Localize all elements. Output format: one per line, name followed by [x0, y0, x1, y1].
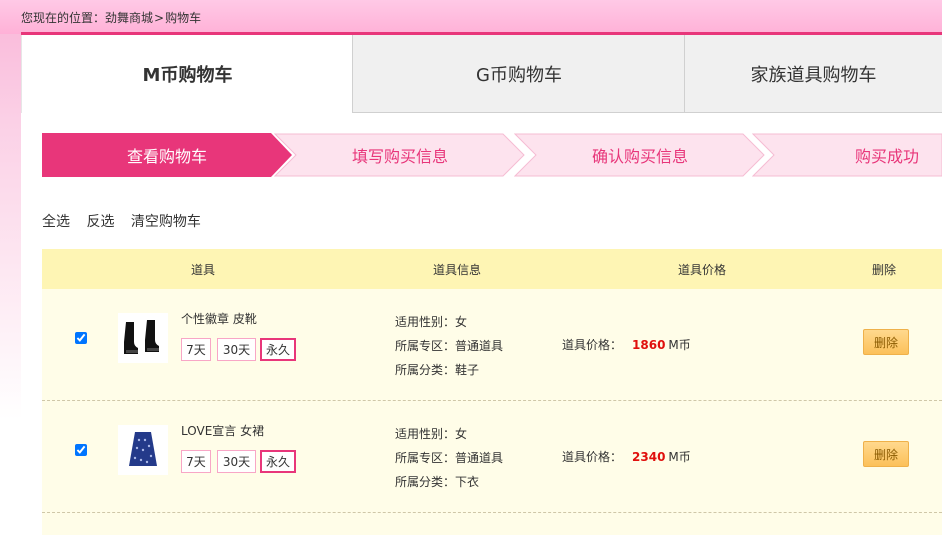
- item-thumbnail: [118, 425, 168, 475]
- invert-selection-link[interactable]: 反选: [86, 214, 114, 230]
- item-thumbnail: [118, 313, 168, 363]
- item-zone: 所属专区：普通道具: [395, 451, 504, 465]
- duration-7d-option[interactable]: 7天: [181, 450, 211, 473]
- item-category: 所属分类：下衣: [395, 475, 480, 489]
- skirt-icon: [129, 432, 157, 466]
- item-gender: 适用性别：女: [395, 427, 468, 441]
- breadcrumb-home-link[interactable]: 劲舞商城: [105, 11, 153, 25]
- cart-panel: M币购物车 G币购物车 家族道具购物车 查看购物车 填写购买信息 确认购买信息 …: [21, 32, 942, 535]
- table-row-partial: [42, 513, 942, 535]
- step-success: 购买成功: [752, 133, 942, 177]
- step-fill-info: 填写购买信息: [274, 133, 526, 177]
- item-category: 所属分类：鞋子: [395, 363, 480, 377]
- duration-permanent-option[interactable]: 永久: [260, 450, 296, 473]
- step-label: 查看购物车: [126, 147, 207, 166]
- breadcrumb: 您现在的位置：劲舞商城>购物车: [21, 9, 201, 26]
- price-value: 2340: [632, 450, 666, 464]
- price-label: 道具价格：: [562, 450, 623, 464]
- duration-30d-option[interactable]: 30天: [217, 338, 256, 361]
- price-unit: M币: [668, 338, 691, 352]
- step-label: 确认购买信息: [591, 147, 688, 166]
- item-price: 道具价格： 1860 M币: [562, 336, 691, 353]
- item-zone: 所属专区：普通道具: [395, 339, 504, 353]
- breadcrumb-separator: >: [154, 11, 165, 25]
- table-header: 道具 道具信息 道具价格 删除: [42, 249, 942, 289]
- breadcrumb-prefix: 您现在的位置：: [21, 11, 106, 25]
- step-view-cart: 查看购物车: [42, 133, 292, 177]
- price-unit: M币: [668, 450, 691, 464]
- breadcrumb-current: 购物车: [165, 11, 202, 25]
- cart-actions: 全选 反选 清空购物车: [42, 211, 213, 231]
- cart-tabs: M币购物车 G币购物车 家族道具购物车: [21, 35, 942, 113]
- step-confirm-info: 确认购买信息: [514, 133, 766, 177]
- item-checkbox[interactable]: [75, 332, 87, 344]
- table-row: LOVE宣言 女裙 7天 30天 永久 适用性别：女 所属专区：普通道具 所属分…: [42, 401, 942, 513]
- price-label: 道具价格：: [562, 338, 623, 352]
- item-name: 个性徽章 皮靴: [181, 312, 257, 326]
- column-price: 道具价格: [678, 263, 727, 277]
- price-value: 1860: [632, 338, 666, 352]
- column-item: 道具: [191, 263, 216, 277]
- clear-cart-link[interactable]: 清空购物车: [131, 214, 201, 230]
- duration-7d-option[interactable]: 7天: [181, 338, 211, 361]
- column-delete: 删除: [872, 263, 897, 277]
- item-checkbox[interactable]: [75, 444, 87, 456]
- column-info: 道具信息: [433, 263, 482, 277]
- tab-family-item-cart[interactable]: 家族道具购物车: [684, 35, 942, 113]
- checkout-steps: 查看购物车 填写购买信息 确认购买信息 购买成功: [42, 133, 942, 177]
- item-name: LOVE宣言 女裙: [181, 424, 265, 438]
- table-row: 个性徽章 皮靴 7天 30天 永久 适用性别：女 所属专区：普通道具 所属分类：…: [42, 289, 942, 401]
- boots-icon: [124, 320, 159, 354]
- duration-permanent-option[interactable]: 永久: [260, 338, 296, 361]
- tab-m-coin-cart[interactable]: M币购物车: [21, 35, 353, 113]
- tab-g-coin-cart[interactable]: G币购物车: [352, 35, 685, 113]
- top-bar: 您现在的位置：劲舞商城>购物车: [0, 0, 942, 34]
- step-label: 填写购买信息: [351, 147, 448, 166]
- delete-item-button[interactable]: 删除: [863, 441, 909, 467]
- item-price: 道具价格： 2340 M币: [562, 448, 691, 465]
- select-all-link[interactable]: 全选: [42, 214, 70, 230]
- duration-30d-option[interactable]: 30天: [217, 450, 256, 473]
- delete-item-button[interactable]: 删除: [863, 329, 909, 355]
- step-label: 购买成功: [854, 147, 919, 166]
- item-gender: 适用性别：女: [395, 315, 468, 329]
